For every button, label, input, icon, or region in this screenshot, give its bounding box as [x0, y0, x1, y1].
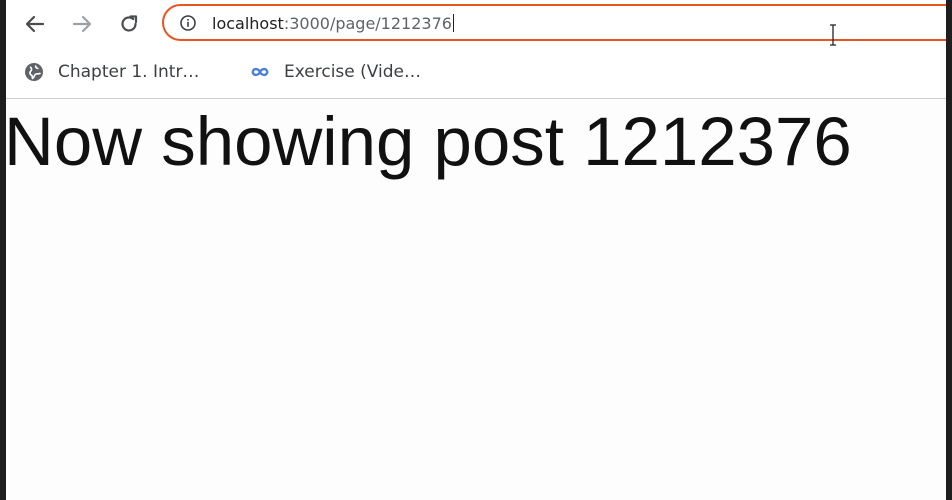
globe-icon [24, 62, 44, 82]
page-content: Now showing post 1212376 [6, 99, 946, 500]
address-bar[interactable]: localhost:3000/page/1212376 [162, 4, 946, 46]
back-button[interactable] [21, 10, 49, 38]
url-text[interactable]: localhost:3000/page/1212376 [212, 14, 454, 33]
url-path: :3000/page/1212376 [283, 14, 452, 33]
reload-button[interactable] [115, 10, 143, 38]
reload-icon [121, 15, 138, 32]
arrow-right-icon [72, 15, 92, 33]
url-host: localhost [212, 14, 284, 33]
bookmark-label: Chapter 1. Intr… [58, 62, 200, 82]
bookmark-chapter-1[interactable]: Chapter 1. Intr… [24, 60, 199, 84]
bookmark-label: Exercise (Vide… [284, 62, 422, 82]
bookmark-exercise[interactable]: Exercise (Vide… [250, 60, 421, 84]
forward-button[interactable] [68, 10, 96, 38]
ibeam-cursor-icon [830, 24, 836, 46]
page-heading: Now showing post 1212376 [6, 103, 852, 180]
bookmarks-bar: Chapter 1. Intr… Exercise (Vide… [6, 48, 946, 99]
browser-toolbar: localhost:3000/page/1212376 [6, 0, 946, 48]
browser-window: localhost:3000/page/1212376 Chapter 1. I… [6, 0, 946, 500]
text-caret [452, 14, 454, 32]
info-circle-icon[interactable] [180, 15, 196, 31]
infinity-icon [250, 62, 270, 82]
arrow-left-icon [25, 15, 45, 33]
